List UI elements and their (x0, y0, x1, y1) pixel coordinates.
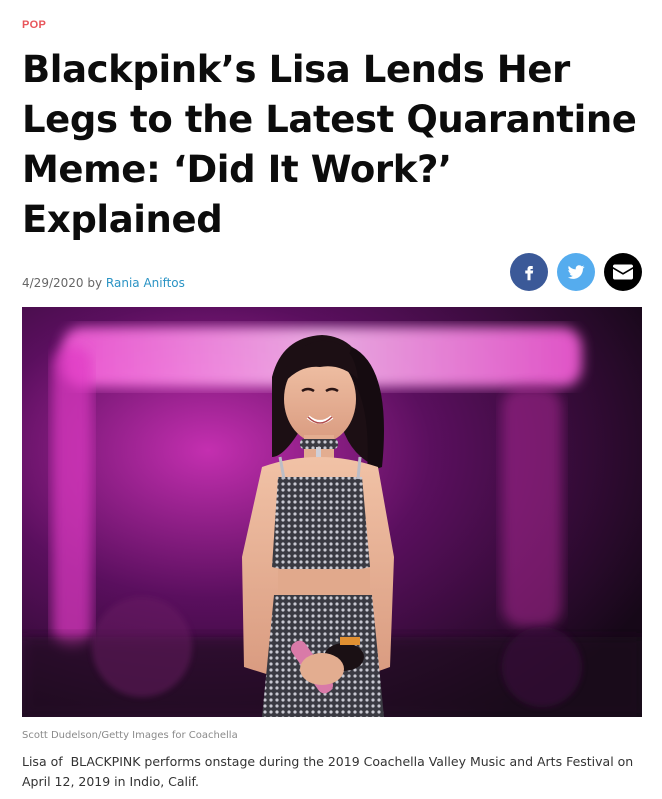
author-link[interactable]: Rania Aniftos (106, 276, 185, 290)
email-icon (613, 264, 633, 280)
article: POP Blackpink’s Lisa Lends Her Legs to t… (22, 0, 642, 799)
facebook-icon (525, 266, 534, 281)
headline-line: Explained (22, 198, 223, 241)
twitter-icon (567, 265, 585, 279)
headline-line: Legs to the Latest Quarantine (22, 98, 637, 141)
hero-photo (22, 307, 642, 717)
byline: 4/29/2020 by Rania Aniftos (22, 276, 185, 290)
headline: Blackpink’s Lisa Lends Her Legs to the L… (22, 45, 642, 245)
facebook-share-button[interactable] (510, 253, 548, 291)
share-buttons (510, 253, 642, 292)
category-link[interactable]: POP (22, 19, 46, 31)
headline-line: Blackpink’s Lisa Lends Her (22, 48, 570, 91)
by-label: by (87, 276, 103, 290)
headline-line: Meme: ‘Did It Work?’ (22, 148, 452, 191)
photo-caption: Lisa of BLACKPINK performs onstage durin… (22, 754, 638, 789)
publish-date: 4/29/2020 (22, 276, 84, 290)
twitter-share-button[interactable] (557, 253, 595, 291)
email-share-button[interactable] (604, 253, 642, 291)
hero-photo-illustration (22, 307, 642, 717)
photo-credit: Scott Dudelson/Getty Images for Coachell… (22, 730, 238, 741)
